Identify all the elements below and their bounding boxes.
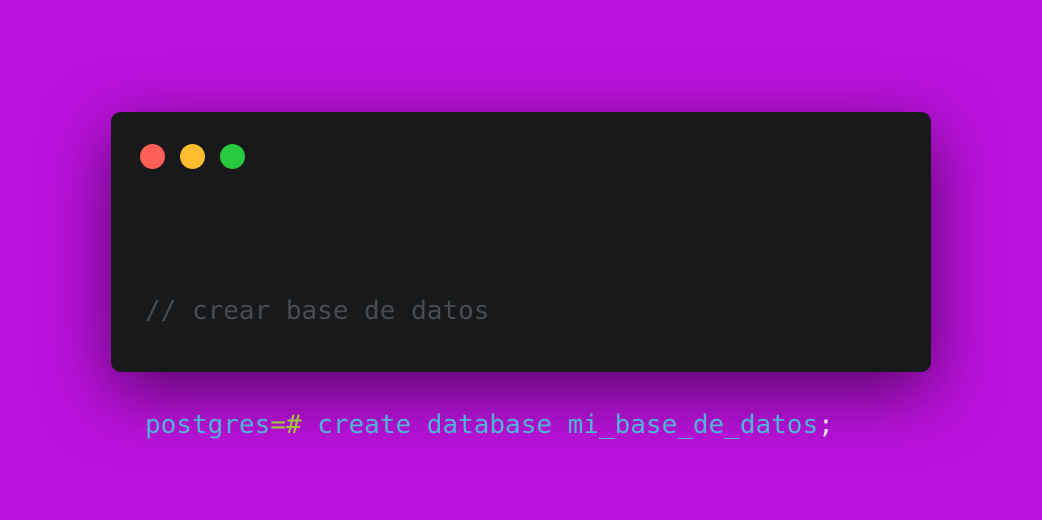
prompt-name: postgres: [145, 410, 271, 440]
prompt-operator: =#: [270, 410, 302, 440]
background: { "window": { "controls": { "close": "cl…: [0, 0, 1042, 484]
window-controls: [140, 144, 245, 169]
code-block: // crear base de datos postgres=# create…: [145, 216, 834, 520]
statement-terminator: ;: [818, 410, 834, 440]
close-icon[interactable]: [140, 144, 165, 169]
minimize-icon[interactable]: [180, 144, 205, 169]
code-command-line: postgres=# create database mi_base_de_da…: [145, 406, 834, 444]
sql-command: create database mi_base_de_datos: [301, 410, 819, 440]
code-window: // crear base de datos postgres=# create…: [111, 112, 931, 440]
maximize-icon[interactable]: [220, 144, 245, 169]
code-comment: // crear base de datos: [145, 296, 490, 326]
